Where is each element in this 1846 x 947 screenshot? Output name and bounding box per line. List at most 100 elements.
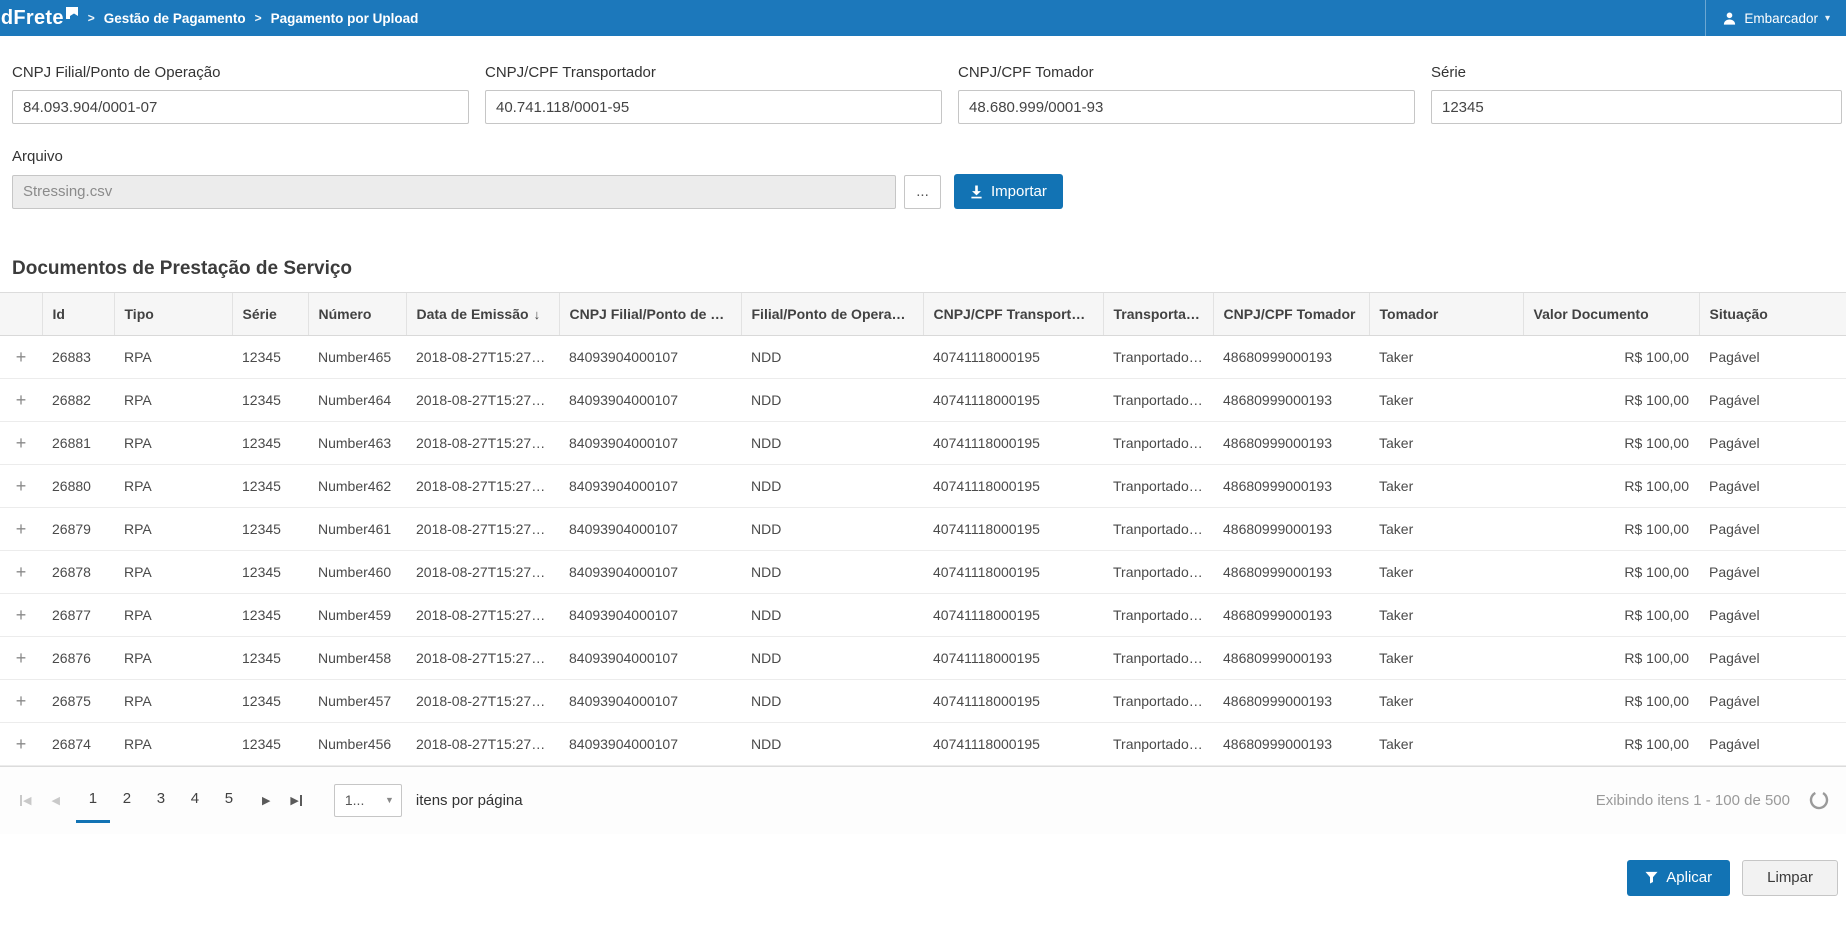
header-tomador[interactable]: Tomador (1369, 293, 1523, 335)
expand-row-icon[interactable]: + (0, 520, 42, 538)
pager-next-button[interactable]: ▶ (262, 794, 270, 807)
import-button[interactable]: Importar (954, 174, 1063, 209)
pager-page-button[interactable]: 1 (76, 777, 110, 823)
header-filial[interactable]: Filial/Ponto de Operação (741, 293, 923, 335)
browse-button[interactable]: ... (904, 175, 941, 209)
cell-cnpj-filial: 84093904000107 (559, 679, 741, 722)
expand-row-icon[interactable]: + (0, 477, 42, 495)
expand-row-icon[interactable]: + (0, 348, 42, 366)
breadcrumb-item-pagamento-upload[interactable]: Pagamento por Upload (271, 11, 419, 26)
documents-grid: Id Tipo Série Número Data de Emissão↓ CN… (0, 292, 1846, 834)
pager-prev-button[interactable]: ◀ (51, 794, 59, 807)
cell-filial: NDD (741, 507, 923, 550)
pager-last-button[interactable]: ▶ (290, 794, 301, 807)
pager-first-icon (20, 795, 22, 806)
serie-input[interactable] (1431, 90, 1842, 124)
cell-tipo: RPA (114, 679, 232, 722)
cell-tipo: RPA (114, 593, 232, 636)
cell-tipo: RPA (114, 636, 232, 679)
cell-numero: Number463 (308, 421, 406, 464)
expand-row-icon[interactable]: + (0, 434, 42, 452)
table-row: + 26878 RPA 12345 Number460 2018-08-27T1… (0, 550, 1846, 593)
cell-valor: R$ 100,00 (1523, 679, 1699, 722)
pager-page-button[interactable]: 2 (110, 777, 144, 823)
expand-row-icon[interactable]: + (0, 563, 42, 581)
logo-text: ldFrete (0, 3, 64, 33)
header-transportador[interactable]: Transportador (1103, 293, 1213, 335)
cell-data-emissao: 2018-08-27T15:27:49.9 (406, 593, 559, 636)
header-transportador-label: Transportador (1114, 306, 1209, 322)
header-cnpj-tomador[interactable]: CNPJ/CPF Tomador (1213, 293, 1369, 335)
cell-serie: 12345 (232, 593, 308, 636)
table-row: + 26881 RPA 12345 Number463 2018-08-27T1… (0, 421, 1846, 464)
apply-button[interactable]: Aplicar (1627, 860, 1730, 896)
cell-tipo: RPA (114, 550, 232, 593)
download-icon (970, 185, 983, 199)
cell-cnpj-filial: 84093904000107 (559, 593, 741, 636)
app-logo[interactable]: ldFrete (0, 3, 79, 33)
header-data-emissao[interactable]: Data de Emissão↓ (406, 293, 559, 335)
cell-serie: 12345 (232, 464, 308, 507)
header-situacao[interactable]: Situação (1699, 293, 1846, 335)
expand-row-icon[interactable]: + (0, 606, 42, 624)
pager-first-button[interactable]: ◀ (20, 794, 31, 807)
table-row: + 26874 RPA 12345 Number456 2018-08-27T1… (0, 722, 1846, 765)
cell-tomador: Taker (1369, 507, 1523, 550)
chevron-down-icon: ▼ (385, 795, 394, 805)
grid-body: + 26883 RPA 12345 Number465 2018-08-27T1… (0, 335, 1846, 765)
cnpj-filial-input[interactable] (12, 90, 469, 124)
pager-page-button[interactable]: 3 (144, 777, 178, 823)
page-size-select[interactable]: 1... ▼ (334, 784, 402, 817)
header-cnpj-filial[interactable]: CNPJ Filial/Ponto de Operaç... (559, 293, 741, 335)
breadcrumb-item-gestao-pagamento[interactable]: Gestão de Pagamento (104, 11, 246, 26)
cell-numero: Number460 (308, 550, 406, 593)
cell-tomador: Taker (1369, 550, 1523, 593)
expand-row-icon[interactable]: + (0, 692, 42, 710)
expand-row-icon[interactable]: + (0, 735, 42, 753)
cell-valor: R$ 100,00 (1523, 507, 1699, 550)
cell-cnpj-tomador: 48680999000193 (1213, 335, 1369, 378)
refresh-icon[interactable] (1808, 789, 1830, 811)
cell-tipo: RPA (114, 464, 232, 507)
cell-cnpj-tomador: 48680999000193 (1213, 636, 1369, 679)
user-menu[interactable]: Embarcador ▾ (1705, 0, 1836, 36)
cnpj-tomador-input[interactable] (958, 90, 1415, 124)
cell-cnpj-filial: 84093904000107 (559, 335, 741, 378)
header-valor-documento[interactable]: Valor Documento (1523, 293, 1699, 335)
cell-tipo: RPA (114, 378, 232, 421)
cnpj-transportador-input[interactable] (485, 90, 942, 124)
pager-page-button[interactable]: 4 (178, 777, 212, 823)
cell-cnpj-transportador: 40741118000195 (923, 593, 1103, 636)
header-situacao-label: Situação (1710, 306, 1768, 322)
header-id[interactable]: Id (42, 293, 114, 335)
cell-data-emissao: 2018-08-27T15:27:51.257 (406, 378, 559, 421)
header-serie[interactable]: Série (232, 293, 308, 335)
cell-cnpj-tomador: 48680999000193 (1213, 679, 1369, 722)
cell-tipo: RPA (114, 507, 232, 550)
expand-row-icon[interactable]: + (0, 391, 42, 409)
cell-tipo: RPA (114, 421, 232, 464)
import-button-label: Importar (991, 183, 1047, 200)
cell-id: 26883 (42, 335, 114, 378)
cell-id: 26874 (42, 722, 114, 765)
cell-data-emissao: 2018-08-27T15:27:49.36 (406, 679, 559, 722)
cell-id: 26878 (42, 550, 114, 593)
header-cnpj-transportador[interactable]: CNPJ/CPF Transportador (923, 293, 1103, 335)
header-tipo[interactable]: Tipo (114, 293, 232, 335)
cell-numero: Number458 (308, 636, 406, 679)
cell-valor: R$ 100,00 (1523, 593, 1699, 636)
clear-button[interactable]: Limpar (1742, 860, 1838, 896)
cell-cnpj-filial: 84093904000107 (559, 550, 741, 593)
expand-row-icon[interactable]: + (0, 649, 42, 667)
cell-cnpj-transportador: 40741118000195 (923, 507, 1103, 550)
pager-page-button[interactable]: 5 (212, 777, 246, 823)
cell-situacao: Pagável (1699, 636, 1846, 679)
header-numero[interactable]: Número (308, 293, 406, 335)
cell-expand: + (0, 593, 42, 636)
cell-serie: 12345 (232, 507, 308, 550)
cell-valor: R$ 100,00 (1523, 464, 1699, 507)
cell-id: 26881 (42, 421, 114, 464)
cell-serie: 12345 (232, 335, 308, 378)
header-filial-label: Filial/Ponto de Operação (752, 306, 916, 322)
cell-cnpj-tomador: 48680999000193 (1213, 550, 1369, 593)
